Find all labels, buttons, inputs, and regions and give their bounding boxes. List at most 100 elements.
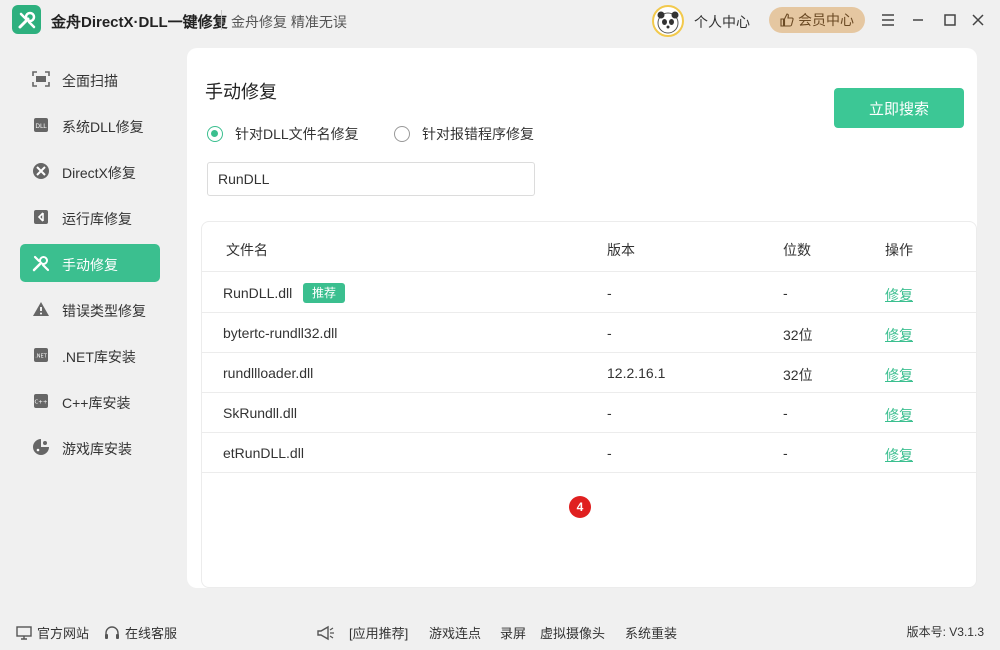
svg-text:DLL: DLL <box>35 123 47 130</box>
radio-error-program[interactable]: 针对报错程序修复 <box>394 124 534 144</box>
radio-unchecked-icon <box>394 126 410 142</box>
file-name: etRunDLL.dll <box>223 445 304 461</box>
sidebar-item-cpp[interactable]: C++ C++库安装 <box>20 382 160 420</box>
file-version: - <box>607 285 612 301</box>
fix-link[interactable]: 修复 <box>885 445 913 465</box>
file-version: - <box>607 325 612 341</box>
table-row: bytertc-rundll32.dll - 32位 修复 <box>202 313 976 353</box>
fix-link[interactable]: 修复 <box>885 325 913 345</box>
footer-link-system-reinstall[interactable]: 系统重装 <box>625 623 677 642</box>
scan-icon <box>32 71 50 87</box>
sidebar-item-label: DirectX修复 <box>62 165 136 181</box>
manual-fix-panel: 手动修复 立即搜索 针对DLL文件名修复 针对报错程序修复 文件名 版本 位数 … <box>187 48 977 588</box>
vip-center-button[interactable]: 会员中心 <box>769 7 865 33</box>
sidebar-item-dotnet[interactable]: .NET .NET库安装 <box>20 336 160 374</box>
app-recommend: [应用推荐] <box>316 623 408 642</box>
warning-icon <box>32 301 50 317</box>
dll-search-input[interactable] <box>207 162 535 196</box>
avatar[interactable] <box>652 5 684 37</box>
file-name: SkRundll.dll <box>223 405 297 421</box>
file-bits: - <box>783 445 788 461</box>
radio-checked-icon <box>207 126 223 142</box>
file-name: bytertc-rundll32.dll <box>223 325 338 341</box>
svg-text:C++: C++ <box>34 400 47 406</box>
column-header-action: 操作 <box>885 242 913 258</box>
sidebar-item-label: 游戏库安装 <box>62 441 132 457</box>
table-row: SkRundll.dll - - 修复 <box>202 393 976 433</box>
tools-icon <box>18 11 35 28</box>
official-site-link[interactable]: 官方网站 <box>16 623 89 642</box>
file-version: - <box>607 405 612 421</box>
online-service-link[interactable]: 在线客服 <box>104 623 177 642</box>
title-bar: 金舟DirectX·DLL一键修复 金舟修复 精准无误 个人中心 会员中心 <box>0 0 1000 40</box>
file-name: RunDLL.dll <box>223 285 293 301</box>
sidebar-item-label: 全面扫描 <box>62 73 118 89</box>
title-divider <box>221 10 222 30</box>
sidebar-item-label: 手动修复 <box>62 257 118 273</box>
notification-badge: 4 <box>569 496 591 518</box>
directx-icon <box>32 163 50 179</box>
footer-link-auto-clicker[interactable]: 游戏连点 <box>429 623 481 642</box>
file-bits: - <box>783 285 788 301</box>
wrench-icon <box>32 255 50 272</box>
sidebar-item-full-scan[interactable]: 全面扫描 <box>20 60 160 98</box>
footer-link-virtual-camera[interactable]: 虚拟摄像头 <box>540 623 605 642</box>
version-label: 版本号: V3.1.3 <box>906 625 984 639</box>
official-site-label: 官方网站 <box>37 626 90 641</box>
minimize-button[interactable] <box>906 8 930 32</box>
sidebar-item-game[interactable]: 游戏库安装 <box>20 428 160 466</box>
sidebar-item-manual-fix[interactable]: 手动修复 <box>20 244 160 282</box>
maximize-icon <box>944 14 956 26</box>
column-header-bits: 位数 <box>783 242 811 258</box>
sidebar-item-error-type[interactable]: 错误类型修复 <box>20 290 160 328</box>
fix-link[interactable]: 修复 <box>885 365 913 385</box>
sidebar-item-system-dll[interactable]: DLL 系统DLL修复 <box>20 106 160 144</box>
app-title: 金舟DirectX·DLL一键修复 <box>51 14 228 31</box>
close-button[interactable] <box>966 8 990 32</box>
game-icon <box>32 439 50 455</box>
app-logo <box>12 5 41 34</box>
file-name: rundllloader.dll <box>223 365 314 381</box>
thumbs-up-icon <box>780 13 794 27</box>
table-row: etRunDLL.dll - - 修复 <box>202 433 976 473</box>
radio-dll-filename[interactable]: 针对DLL文件名修复 <box>207 124 359 144</box>
close-icon <box>972 14 984 26</box>
megaphone-icon <box>317 625 334 640</box>
table-header: 文件名 版本 位数 操作 <box>202 222 976 272</box>
page-title: 手动修复 <box>205 82 277 102</box>
file-bits: 32位 <box>783 327 813 343</box>
sidebar-item-directx[interactable]: DirectX修复 <box>20 152 160 190</box>
radio-label: 针对报错程序修复 <box>422 126 534 142</box>
svg-text:.NET: .NET <box>35 354 47 360</box>
sidebar-item-label: 运行库修复 <box>62 211 132 227</box>
fix-link[interactable]: 修复 <box>885 405 913 425</box>
sidebar-item-label: 系统DLL修复 <box>62 119 144 135</box>
user-center-link[interactable]: 个人中心 <box>694 12 750 32</box>
sidebar-item-label: 错误类型修复 <box>62 303 146 319</box>
online-service-label: 在线客服 <box>125 626 178 641</box>
footer-link-screen-record[interactable]: 录屏 <box>500 623 526 642</box>
table-row: RunDLL.dll 推荐 - - 修复 <box>202 273 976 313</box>
sidebar-item-runtime[interactable]: 运行库修复 <box>20 198 160 236</box>
file-version: - <box>607 445 612 461</box>
table-row: rundllloader.dll 12.2.16.1 32位 修复 <box>202 353 976 393</box>
sidebar-item-label: .NET库安装 <box>62 349 136 365</box>
headset-icon <box>105 625 119 639</box>
search-now-button[interactable]: 立即搜索 <box>834 88 964 128</box>
monitor-icon <box>16 625 32 640</box>
cpp-icon: C++ <box>32 393 50 409</box>
vs-icon <box>32 209 50 225</box>
panda-avatar-icon <box>657 11 679 34</box>
file-bits: 32位 <box>783 367 813 383</box>
vip-center-label: 会员中心 <box>798 12 854 28</box>
fix-link[interactable]: 修复 <box>885 285 913 305</box>
file-version: 12.2.16.1 <box>607 365 666 381</box>
recommend-badge: 推荐 <box>303 283 346 303</box>
maximize-button[interactable] <box>938 8 962 32</box>
column-header-version: 版本 <box>607 242 635 258</box>
app-recommend-label: [应用推荐] <box>349 626 409 641</box>
app-slogan: 金舟修复 精准无误 <box>231 14 347 30</box>
settings-button[interactable] <box>876 8 900 32</box>
sidebar-item-label: C++库安装 <box>62 395 131 411</box>
results-table: 文件名 版本 位数 操作 RunDLL.dll 推荐 - - 修复 bytert… <box>201 221 977 588</box>
